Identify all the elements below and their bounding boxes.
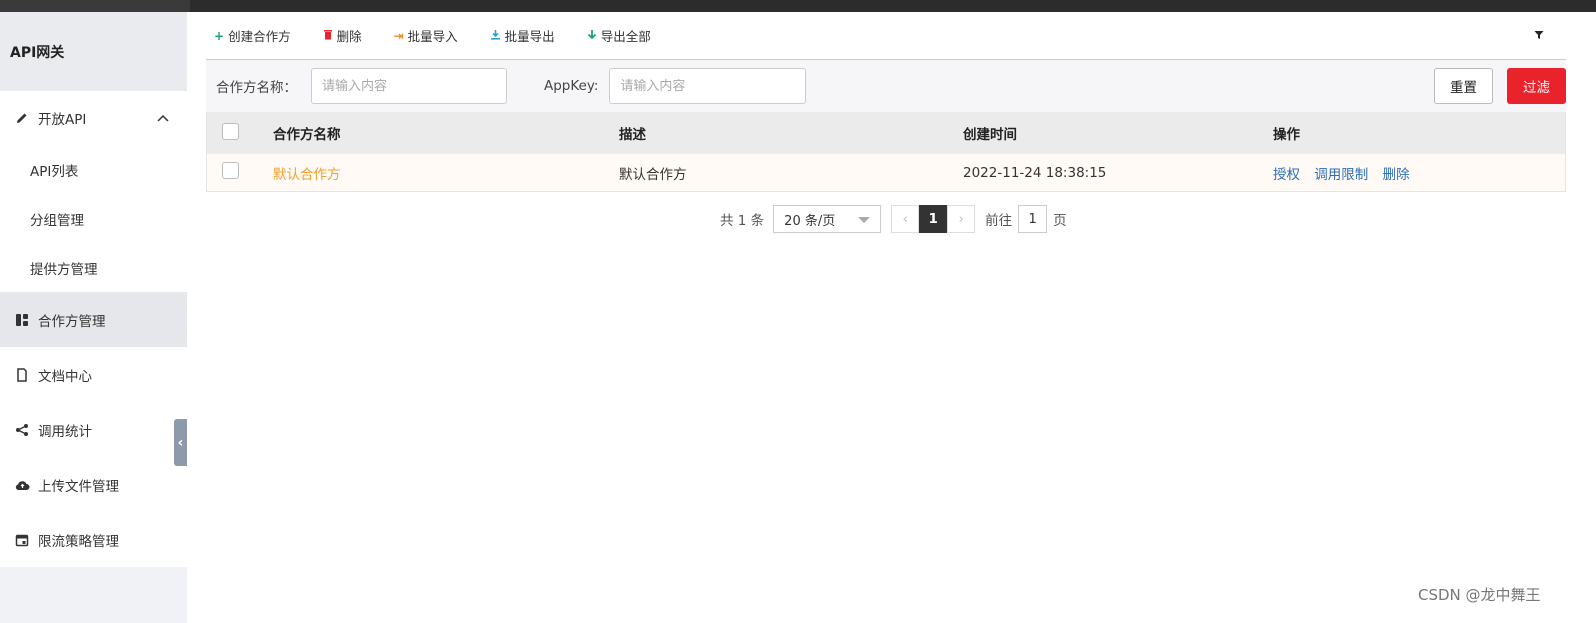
sidebar-item-partner-manage[interactable]: 合作方管理 — [0, 292, 187, 347]
plus-icon: + — [214, 28, 225, 43]
sidebar-item-rate-limit[interactable]: 限流策略管理 — [0, 512, 187, 567]
filter-bar: 合作方名称： AppKey: 重置 过滤 — [206, 60, 1566, 113]
top-bar — [0, 0, 1596, 12]
app-title: API网关 — [0, 12, 187, 91]
sidebar-collapse-toggle[interactable]: ‹ — [174, 419, 187, 466]
sidebar-item-label: 限流策略管理 — [38, 533, 119, 550]
filter-button[interactable]: 过滤 — [1507, 68, 1566, 104]
sidebar-menu: 开放API API列表 分组管理 提供方管理 合作方管理 文档中心 调用统计 上… — [0, 91, 187, 567]
top-bar-segment — [0, 0, 190, 12]
cloud-upload-icon — [14, 477, 30, 493]
row-checkbox[interactable] — [222, 162, 239, 179]
sidebar-item-label: 上传文件管理 — [38, 478, 119, 495]
table-row: 默认合作方 默认合作方 2022-11-24 18:38:15 授权 调用限制 … — [207, 153, 1565, 191]
partner-name-input[interactable] — [311, 68, 507, 104]
chevron-up-icon[interactable] — [157, 110, 169, 126]
sidebar: API网关 开放API API列表 分组管理 提供方管理 合作方管理 文档中心 — [0, 12, 187, 623]
page-size-select[interactable]: 20 条/页 — [773, 205, 882, 233]
sidebar-item-label: 合作方管理 — [38, 313, 106, 330]
trash-icon — [323, 29, 333, 43]
document-icon — [14, 367, 30, 383]
pencil-icon — [14, 110, 30, 126]
goto-label: 前往 — [985, 213, 1013, 229]
chevron-left-icon: ‹ — [177, 434, 184, 451]
export-all-button[interactable]: 导出全部 — [587, 26, 651, 45]
column-header-desc: 描述 — [619, 127, 646, 143]
column-header-name: 合作方名称 — [273, 127, 341, 143]
sidebar-item-group-manage[interactable]: 分组管理 — [0, 194, 187, 243]
partner-name-link[interactable]: 默认合作方 — [273, 167, 341, 183]
call-limit-link[interactable]: 调用限制 — [1314, 167, 1368, 183]
next-page-button[interactable]: › — [947, 205, 976, 233]
main-content: + 创建合作方 删除 ⇥ 批量导入 批量导出 导出全部 合作方名称： 请输入内容… — [206, 12, 1566, 233]
column-header-created: 创建时间 — [963, 127, 1017, 143]
column-header-ops: 操作 — [1273, 127, 1300, 143]
sidebar-item-upload-files[interactable]: 上传文件管理 — [0, 457, 187, 512]
watermark: CSDN @龙中舞王 — [1418, 586, 1541, 604]
pagination: 共 1 条 20 条/页 ‹ 1 › 前往 页 — [206, 205, 1566, 233]
batch-export-button[interactable]: 批量导出 — [490, 26, 555, 45]
page-nav: ‹ 1 › — [891, 205, 976, 233]
reset-button[interactable]: 重置 — [1434, 68, 1493, 104]
filter-toggle-icon[interactable] — [1534, 29, 1544, 43]
sidebar-group-label: 开放API — [38, 112, 87, 128]
page-number-current[interactable]: 1 — [919, 205, 948, 233]
sidebar-item-api-list[interactable]: API列表 — [0, 145, 187, 194]
delete-row-link[interactable]: 删除 — [1383, 167, 1410, 183]
select-all-checkbox[interactable] — [222, 122, 239, 140]
calendar-icon — [14, 532, 30, 548]
sidebar-item-label: 文档中心 — [38, 368, 92, 385]
create-partner-button[interactable]: + 创建合作方 — [214, 26, 291, 45]
sidebar-item-call-stats[interactable]: 调用统计 — [0, 402, 187, 457]
prev-page-button[interactable]: ‹ — [891, 205, 920, 233]
row-ops: 授权 调用限制 删除 — [1273, 163, 1565, 183]
total-count: 共 1 条 — [720, 213, 765, 229]
sidebar-item-label: 调用统计 — [38, 423, 92, 440]
table-header: 合作方名称 描述 创建时间 操作 — [207, 113, 1565, 153]
row-desc: 默认合作方 — [619, 166, 687, 183]
partner-name-label: 合作方名称： — [216, 80, 297, 96]
download-icon — [490, 29, 501, 43]
sidebar-group-open-api[interactable]: 开放API — [0, 91, 187, 145]
import-icon: ⇥ — [393, 28, 404, 43]
batch-import-button[interactable]: ⇥ 批量导入 — [394, 26, 458, 45]
row-created: 2022-11-24 18:38:15 — [963, 164, 1107, 181]
sidebar-item-doc-center[interactable]: 文档中心 — [0, 347, 187, 402]
arrow-down-icon — [587, 29, 597, 43]
sidebar-item-provider-manage[interactable]: 提供方管理 — [0, 243, 187, 292]
page-suffix: 页 — [1053, 213, 1067, 229]
chevron-down-icon — [858, 217, 871, 223]
partner-table: 合作方名称 描述 创建时间 操作 默认合作方 默认合作方 2022-11-24 … — [206, 113, 1566, 192]
grid-icon — [14, 312, 30, 328]
goto-page-input[interactable] — [1018, 205, 1048, 233]
appkey-label: AppKey: — [544, 78, 599, 94]
authorize-link[interactable]: 授权 — [1273, 167, 1300, 183]
delete-button[interactable]: 删除 — [323, 26, 362, 45]
appkey-input[interactable] — [609, 68, 807, 104]
share-icon — [14, 422, 30, 438]
toolbar: + 创建合作方 删除 ⇥ 批量导入 批量导出 导出全部 — [206, 12, 1566, 60]
